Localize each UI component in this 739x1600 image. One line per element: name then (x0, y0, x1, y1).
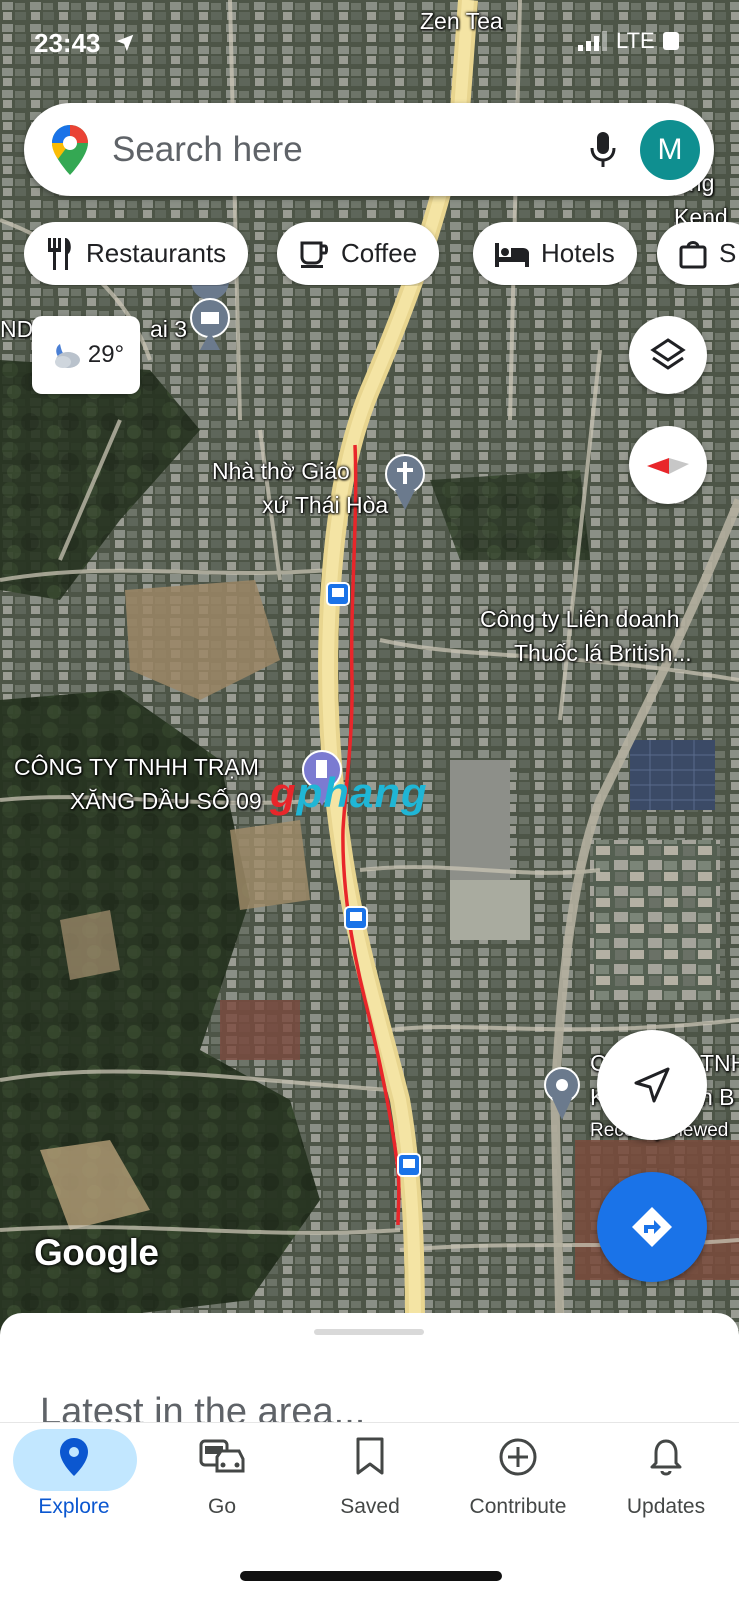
watermark-rest: phang (296, 769, 428, 816)
battery-icon (662, 32, 679, 50)
google-logo: Google (34, 1232, 159, 1273)
shopping-bag-icon (679, 240, 707, 268)
my-location-button[interactable] (597, 1030, 707, 1140)
maps-logo-icon (52, 124, 88, 175)
microphone-icon[interactable] (588, 130, 618, 170)
compass-icon (647, 458, 689, 474)
directions-icon (632, 1207, 672, 1247)
pin-icon (0, 1437, 148, 1477)
home-indicator[interactable] (240, 1571, 502, 1581)
search-input[interactable]: Search here (112, 130, 588, 170)
bell-icon (592, 1437, 739, 1477)
nav-label: Saved (340, 1495, 400, 1518)
commute-icon (148, 1437, 296, 1477)
coffee-cup-icon (300, 241, 328, 268)
layers-icon (650, 338, 686, 370)
avatar[interactable]: M (640, 119, 700, 180)
chip-label: Restaurants (86, 238, 227, 268)
bus-stop-icon[interactable] (344, 906, 368, 930)
nav-label: Updates (626, 1495, 706, 1518)
chip-restaurants[interactable]: Restaurants (24, 222, 249, 285)
signal-icon (578, 31, 607, 51)
category-chips: Restaurants Coffee Hotels S (24, 222, 739, 286)
nav-label: Go (207, 1495, 236, 1518)
layers-button[interactable] (629, 316, 707, 394)
weather-badge[interactable]: 29° (32, 316, 140, 394)
status-time-text: 23:43 (34, 28, 101, 58)
map-label-top-left-2[interactable]: ai 3 (150, 312, 187, 346)
nav-updates[interactable]: Updates (592, 1423, 739, 1543)
sheet-title: Latest in the area... (40, 1391, 366, 1423)
carrier-label: LTE (616, 28, 655, 53)
nav-go[interactable]: Go (148, 1423, 296, 1543)
location-arrow-icon (116, 34, 133, 52)
map-label-church-line2[interactable]: xứ Thái Hòa (262, 488, 388, 522)
add-circle-icon (444, 1437, 592, 1477)
status-time: 23:43 (34, 28, 136, 59)
bookmark-icon (296, 1437, 444, 1475)
chip-hotels[interactable]: Hotels (473, 222, 637, 285)
map-label-top-left[interactable]: ND (0, 312, 33, 346)
weather-temp: 29° (87, 341, 125, 368)
map-label-gas-line2[interactable]: XĂNG DẦU SỐ 09 (70, 784, 262, 818)
compass-button[interactable] (629, 426, 707, 504)
nav-label: Explore (38, 1495, 110, 1518)
fork-knife-icon (48, 237, 71, 270)
map-label-company-line1[interactable]: Công ty Liên doanh (480, 602, 680, 636)
partly-cloudy-night-icon (54, 342, 80, 368)
watermark-first-letter: g (270, 769, 297, 816)
chip-shopping[interactable]: S (657, 222, 739, 285)
search-bar[interactable]: Search here M (24, 103, 714, 196)
nav-explore[interactable]: Explore (0, 1423, 148, 1543)
bottom-navigation: Explore Go Saved Contribute Updates (0, 1422, 739, 1600)
map-label-zen-tea[interactable]: Zen Tea (420, 4, 503, 38)
map-label-gas-line1[interactable]: CÔNG TY TNHH TRẠM (14, 750, 259, 784)
bus-stop-icon[interactable] (397, 1153, 421, 1177)
chip-label: S (719, 238, 737, 268)
map-label-company-line2[interactable]: Thuốc lá British... (514, 636, 692, 670)
chip-label: Coffee (341, 238, 418, 268)
directions-button[interactable] (597, 1172, 707, 1282)
sheet-drag-handle[interactable] (314, 1329, 424, 1335)
status-right: LTE (578, 28, 679, 54)
nav-saved[interactable]: Saved (296, 1423, 444, 1543)
bus-stop-icon[interactable] (326, 582, 350, 606)
nav-contribute[interactable]: Contribute (444, 1423, 592, 1543)
chip-label: Hotels (541, 238, 615, 268)
nav-label: Contribute (469, 1495, 567, 1518)
bed-icon (495, 242, 529, 267)
map-label-church-line1[interactable]: Nhà thờ Giáo (212, 454, 350, 488)
chip-coffee[interactable]: Coffee (277, 222, 440, 285)
watermark-text: gphang (270, 772, 428, 814)
bottom-sheet[interactable]: Latest in the area... (0, 1313, 739, 1423)
navigation-arrow-icon (634, 1067, 670, 1103)
